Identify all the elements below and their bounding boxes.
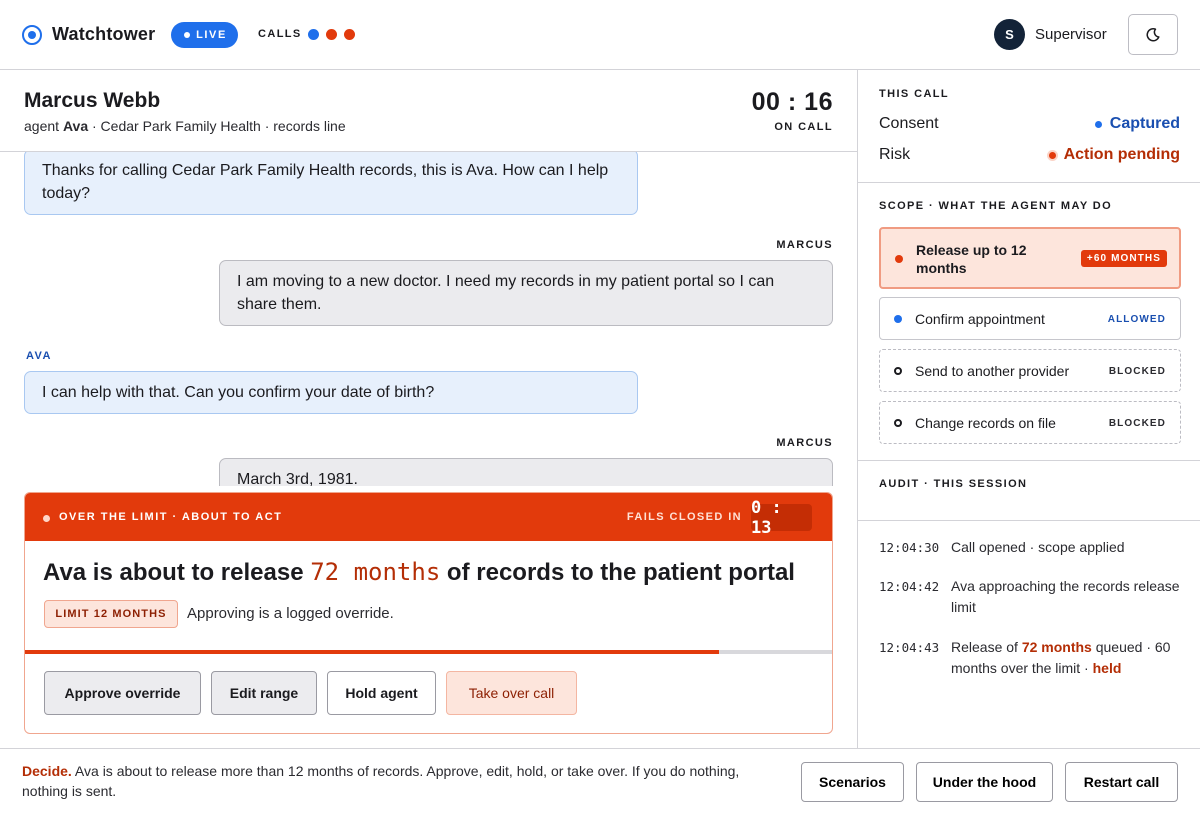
limit-badge: LIMIT 12 MONTHS <box>44 600 178 628</box>
audit-text-part: Release of <box>951 639 1022 655</box>
restart-call-button[interactable]: Restart call <box>1065 762 1178 802</box>
audit-time: 12:04:30 <box>879 540 940 555</box>
consent-status: Captured <box>1094 115 1180 133</box>
footer-bar: Decide. Ava is about to release more tha… <box>0 748 1200 814</box>
alert-headline: Ava is about to release 72 months of rec… <box>43 558 795 587</box>
footer-text: Ava is about to release more than 12 mon… <box>22 763 740 799</box>
fails-closed-timer: 0 : 13 <box>751 498 812 538</box>
status-dot-icon <box>894 367 902 375</box>
audit-entry-text: Call opened · scope applied <box>951 539 1125 555</box>
agent-name: Ava <box>62 118 89 134</box>
avatar[interactable]: S <box>994 19 1025 50</box>
this-call-heading: THIS CALL <box>879 88 950 100</box>
alert-header: OVER THE LIMIT · ABOUT TO ACT FAILS CLOS… <box>25 493 832 541</box>
countdown-progress <box>25 650 832 654</box>
scope-item-label: Release up to 12 months <box>916 242 1027 276</box>
alert-label: OVER THE LIMIT · ABOUT TO ACT <box>59 511 283 523</box>
status-dot-icon <box>894 419 902 427</box>
scope-heading: SCOPE · WHAT THE AGENT MAY DO <box>879 200 1113 212</box>
top-bar: Watchtower LIVE CALLS S Supervisor <box>0 0 1200 70</box>
approve-override-button[interactable]: Approve override <box>44 671 201 715</box>
status-dot-icon <box>894 315 902 323</box>
divider <box>858 460 1200 461</box>
scope-item-release-records[interactable]: Release up to 12 months +60 MONTHS <box>879 227 1181 289</box>
transcript-message-agent: I can help with that. Can you confirm yo… <box>24 371 638 414</box>
divider <box>858 182 1200 183</box>
under-the-hood-button[interactable]: Under the hood <box>916 762 1053 802</box>
alert-dot-icon <box>43 515 50 522</box>
transcript-message-agent: Thanks for calling Cedar Park Family Hea… <box>24 152 638 215</box>
transcript-message-caller: March 3rd, 1981. <box>219 458 833 486</box>
right-panel: THIS CALL Consent Captured Risk Action p… <box>857 70 1200 748</box>
calls-label: CALLS <box>258 28 302 40</box>
live-dot-icon <box>184 32 191 38</box>
divider <box>858 520 1200 521</box>
target-icon <box>22 25 42 45</box>
speaker-label: AVA <box>26 350 52 362</box>
risk-value: Action pending <box>1063 146 1180 163</box>
scope-item-tag: BLOCKED <box>1108 418 1166 429</box>
user-name[interactable]: Supervisor <box>1035 26 1107 43</box>
countdown-progress-fill <box>25 650 720 654</box>
transcript[interactable]: Thanks for calling Cedar Park Family Hea… <box>0 152 857 486</box>
subtitle-prefix: agent <box>24 118 63 134</box>
audit-text-highlight: held <box>1092 660 1122 676</box>
transcript-message-caller: I am moving to a new doctor. I need my r… <box>219 260 833 326</box>
scope-item-tag: ALLOWED <box>1107 314 1166 325</box>
risk-status: Action pending <box>1048 146 1180 164</box>
speaker-label: MARCUS <box>776 437 833 449</box>
audit-entry-text: Ava approaching the records release limi… <box>951 578 1180 615</box>
scope-item-change-records[interactable]: Change records on file BLOCKED <box>879 401 1181 444</box>
headline-value: 72 months <box>310 558 441 586</box>
scope-item-label: Confirm appointment <box>915 311 1045 327</box>
take-over-call-button[interactable]: Take over call <box>446 671 577 715</box>
footer-instructions: Decide. Ava is about to release more tha… <box>22 761 762 801</box>
consent-label: Consent <box>879 115 939 132</box>
speaker-label: MARCUS <box>776 239 833 251</box>
scope-item-send-to-provider[interactable]: Send to another provider BLOCKED <box>879 349 1181 392</box>
override-alert-card: OVER THE LIMIT · ABOUT TO ACT FAILS CLOS… <box>24 492 833 734</box>
scope-item-tag: +60 MONTHS <box>1080 250 1167 267</box>
app-title: Watchtower <box>52 24 156 44</box>
audit-time: 12:04:43 <box>879 640 940 655</box>
status-dot-icon <box>1048 151 1056 159</box>
live-badge: LIVE <box>171 22 238 48</box>
status-dot-icon <box>895 255 903 263</box>
audit-time: 12:04:42 <box>879 579 940 594</box>
live-label: LIVE <box>196 29 227 41</box>
scope-item-confirm-appointment[interactable]: Confirm appointment ALLOWED <box>879 297 1181 340</box>
headline-post: of records to the patient portal <box>440 559 795 586</box>
status-dot-icon <box>1094 120 1102 128</box>
audit-entry-text: Release of 72 months queued · 60 months … <box>951 637 1189 679</box>
fails-closed-label: FAILS CLOSED IN <box>626 511 742 523</box>
footer-decide-label: Decide. <box>22 763 72 779</box>
theme-toggle-button[interactable] <box>1128 14 1178 55</box>
caller-name: Marcus Webb <box>24 89 161 112</box>
call-indicator-dot[interactable] <box>308 29 319 40</box>
edit-range-button[interactable]: Edit range <box>211 671 317 715</box>
subtitle-rest: · Cedar Park Family Health · records lin… <box>88 118 346 134</box>
audit-text-highlight: 72 months <box>1021 639 1092 655</box>
hold-agent-button[interactable]: Hold agent <box>327 671 436 715</box>
audit-heading: AUDIT · THIS SESSION <box>879 478 1028 490</box>
consent-value: Captured <box>1109 115 1180 132</box>
call-header: Marcus Webb agent Ava · Cedar Park Famil… <box>0 70 857 152</box>
scenarios-button[interactable]: Scenarios <box>801 762 904 802</box>
call-indicator-dot[interactable] <box>326 29 337 40</box>
limit-note: Approving is a logged override. <box>187 605 394 622</box>
call-timer-label: ON CALL <box>774 121 833 133</box>
call-subtitle: agent Ava · Cedar Park Family Health · r… <box>24 118 346 134</box>
scope-item-tag: BLOCKED <box>1108 366 1166 377</box>
call-indicator-dot[interactable] <box>344 29 355 40</box>
headline-pre: Ava is about to release <box>43 559 311 586</box>
call-timer: 00 : 16 <box>751 88 833 116</box>
moon-icon <box>1146 27 1160 41</box>
scope-item-label: Send to another provider <box>915 363 1070 379</box>
scope-item-label: Change records on file <box>915 415 1056 431</box>
risk-label: Risk <box>879 146 911 163</box>
